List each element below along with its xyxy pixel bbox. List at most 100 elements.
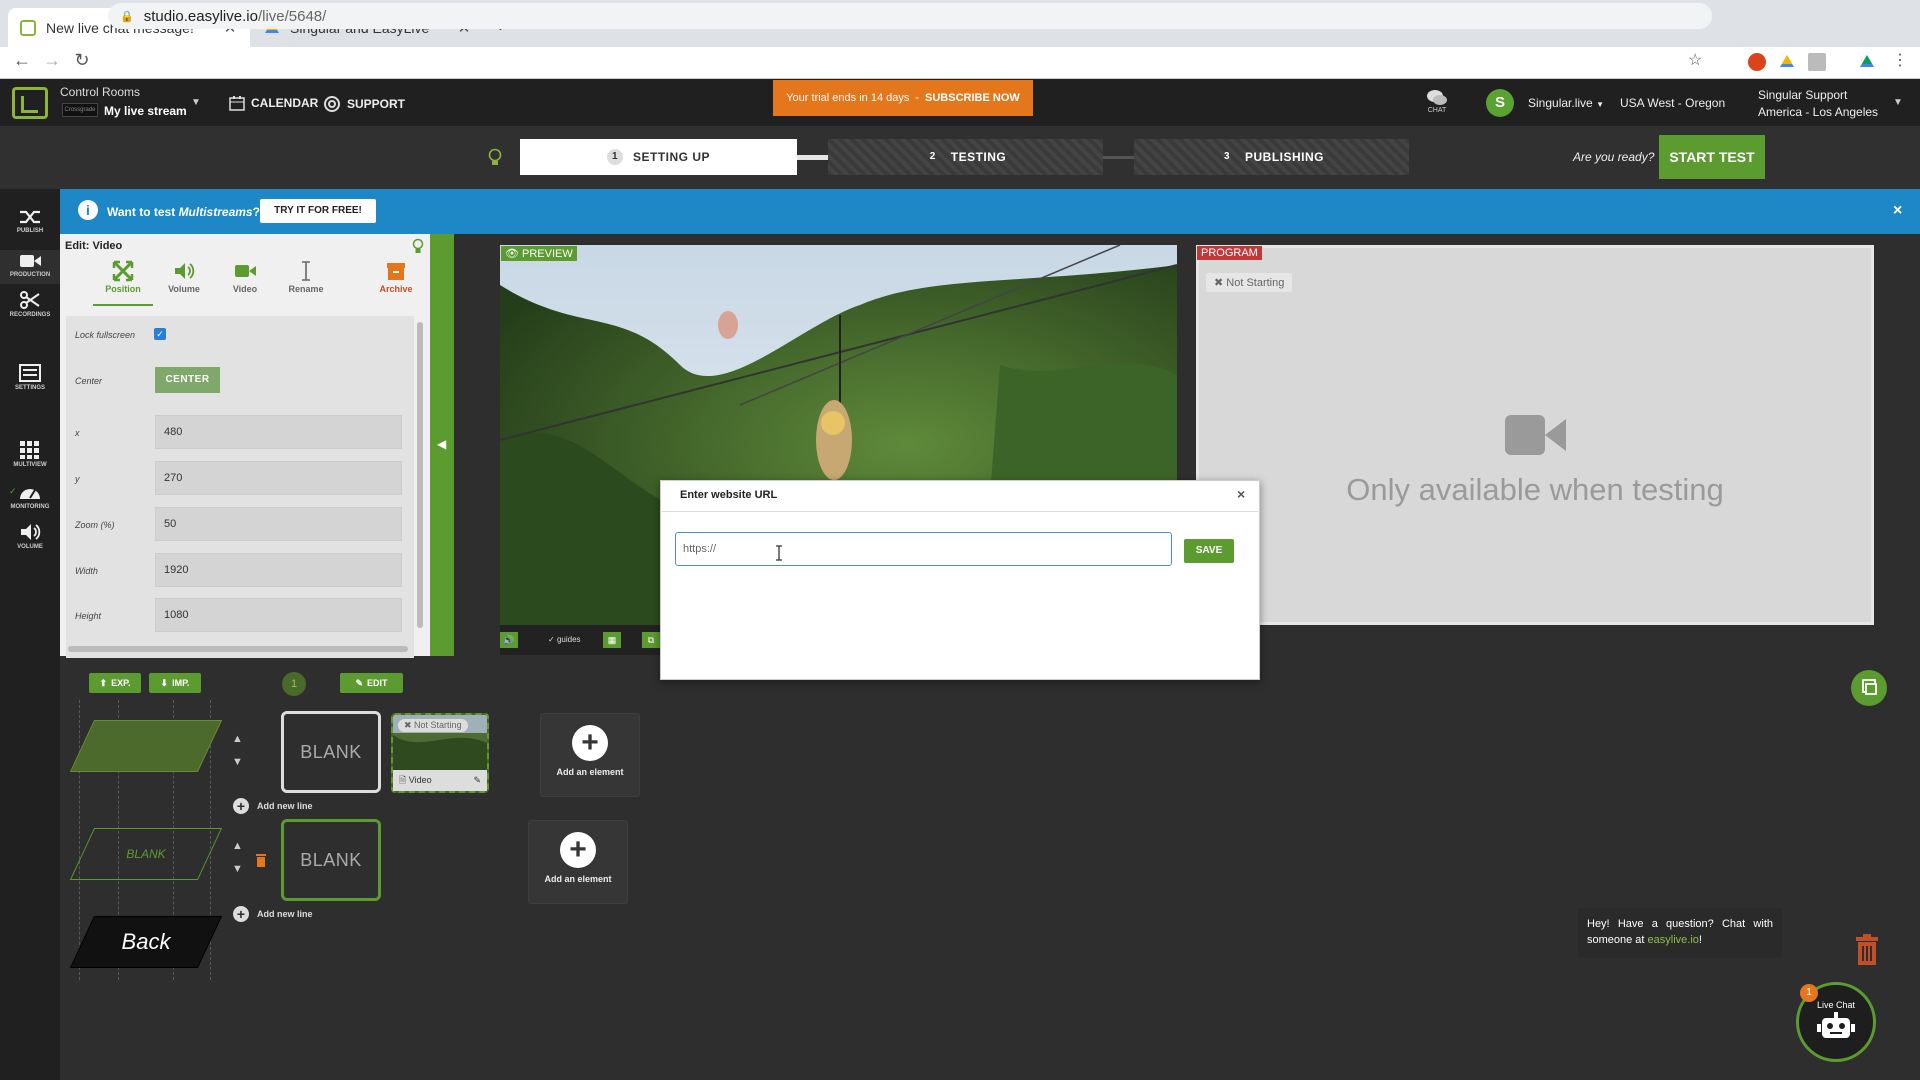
edit-button[interactable]: ✎ EDIT — [340, 673, 403, 693]
add-element-button[interactable]: + Add an element — [528, 820, 628, 904]
close-icon[interactable]: × — [1237, 486, 1245, 502]
trial-text: Your trial ends in 14 days — [786, 92, 910, 104]
sidebar-item-recordings[interactable]: RECORDINGS — [0, 290, 60, 318]
add-new-line-button[interactable]: + Add new line — [233, 906, 313, 922]
close-banner-icon[interactable]: × — [1893, 202, 1902, 220]
google-drive-extension-icon[interactable] — [1858, 53, 1876, 71]
move-up-icon[interactable]: ▲ — [232, 840, 243, 852]
pencil-icon[interactable]: ✎ — [473, 775, 481, 786]
collapse-left-icon[interactable]: ◀ — [437, 437, 446, 451]
chevron-down-icon[interactable]: ▼ — [1893, 97, 1903, 108]
start-test-button[interactable]: START TEST — [1659, 135, 1765, 179]
width-field[interactable]: 1920 — [155, 553, 402, 587]
info-icon: i — [78, 200, 98, 220]
archive-box-icon — [366, 258, 426, 284]
notification-badge: 1 — [1800, 984, 1818, 1002]
tab-position[interactable]: Position — [93, 258, 153, 294]
address-bar — [0, 47, 1920, 79]
blank-slot[interactable]: BLANK — [281, 819, 381, 901]
tab-video[interactable]: Video — [215, 258, 275, 294]
zoom-field[interactable]: 50 — [155, 507, 402, 541]
reload-icon[interactable]: ↻ — [70, 50, 94, 71]
region-label[interactable]: USA West - Oregon — [1620, 96, 1725, 110]
support-nav[interactable]: SUPPORT — [323, 95, 405, 113]
save-button[interactable]: SAVE — [1184, 539, 1234, 563]
tab-label: Video — [232, 284, 258, 294]
bookmark-star-icon[interactable]: ☆ — [1688, 50, 1702, 70]
move-down-icon[interactable]: ▼ — [232, 756, 243, 768]
step-setting-up[interactable]: 1 SETTING UP — [520, 139, 797, 175]
chat-button[interactable]: CHAT — [1426, 89, 1448, 114]
sidebar-label: MULTIVIEW — [13, 462, 47, 468]
layer-thumb-blank[interactable]: BLANK — [69, 828, 223, 880]
add-new-line-button[interactable]: + Add new line — [233, 798, 313, 814]
tab-archive[interactable]: Archive — [366, 258, 426, 294]
layer-thumb-video[interactable] — [69, 720, 223, 772]
sidebar-item-publish[interactable]: PUBLISH — [0, 208, 60, 234]
y-field[interactable]: 270 — [155, 461, 402, 495]
extension-icon[interactable] — [1808, 53, 1826, 71]
avatar[interactable]: S — [1486, 89, 1514, 117]
step-testing[interactable]: 2 TESTING — [828, 139, 1103, 175]
easylive-link[interactable]: easylive.io — [1648, 934, 1699, 946]
calendar-nav[interactable]: CALENDAR — [229, 95, 318, 111]
extension-icon[interactable] — [1748, 53, 1766, 71]
forward-icon[interactable]: → — [40, 50, 64, 71]
vertical-scrollbar[interactable] — [417, 322, 423, 628]
speaker-icon — [0, 522, 60, 542]
blank-slot[interactable]: BLANK — [281, 711, 381, 793]
lightbulb-icon[interactable] — [412, 238, 424, 256]
center-button[interactable]: CENTER — [155, 367, 220, 393]
move-down-icon[interactable]: ▼ — [232, 863, 243, 875]
sidebar-label: PRODUCTION — [9, 272, 51, 278]
lightbulb-icon[interactable] — [488, 148, 502, 168]
preview-tag-label: PREVIEW — [522, 248, 573, 260]
layer-thumb-back[interactable]: Back — [69, 916, 223, 968]
trash-icon[interactable] — [1853, 934, 1881, 966]
speaker-icon[interactable]: 🔊 — [500, 632, 518, 648]
sidebar-item-volume[interactable]: VOLUME — [0, 522, 60, 550]
back-icon[interactable]: ← — [10, 50, 34, 71]
trash-icon[interactable] — [255, 852, 267, 868]
height-field[interactable]: 1080 — [155, 598, 402, 632]
subscribe-link[interactable]: SUBSCRIBE NOW — [925, 92, 1020, 104]
lock-fullscreen-checkbox[interactable]: ✓ — [154, 328, 166, 340]
horizontal-scrollbar[interactable] — [68, 646, 408, 652]
user-menu[interactable]: Singular Support America - Los Angeles — [1758, 87, 1878, 121]
url-field[interactable]: 🔒 studio.easylive.io/live/5648/ — [108, 3, 1712, 29]
popout-icon[interactable]: ⧉ — [642, 632, 660, 648]
control-rooms-label[interactable]: Control Rooms — [60, 85, 140, 99]
video-label-text: Video — [408, 774, 432, 785]
layer-number-badge[interactable]: 1 — [282, 672, 306, 696]
chat-invite-bubble[interactable]: Hey! Have a question? Chat with someone … — [1578, 908, 1782, 958]
step-publishing[interactable]: 3 PUBLISHING — [1134, 139, 1409, 175]
room-name[interactable]: My live stream — [104, 104, 187, 118]
windows-grid-icon[interactable]: ▦ — [603, 632, 621, 648]
tab-rename[interactable]: Rename — [276, 258, 336, 294]
add-element-button[interactable]: + Add an element — [540, 713, 640, 797]
tab-volume[interactable]: Volume — [154, 258, 214, 294]
export-button[interactable]: ⬆ EXP. — [89, 673, 141, 693]
popout-button[interactable] — [1851, 670, 1887, 706]
sidebar-item-production[interactable]: PRODUCTION — [0, 250, 60, 284]
guides-toggle[interactable]: ✓ guides — [548, 635, 581, 644]
import-label: IMP. — [172, 678, 190, 688]
import-button[interactable]: ⬇ IMP. — [149, 673, 201, 693]
easylive-logo[interactable] — [12, 87, 48, 119]
try-free-button[interactable]: TRY IT FOR FREE! — [260, 199, 376, 223]
browser-menu-icon[interactable]: ⋮ — [1892, 50, 1908, 70]
google-drive-extension-icon[interactable] — [1778, 53, 1796, 71]
video-status-badge: ✖ Not Starting — [398, 719, 468, 732]
room-thumbnail: Crossgrade — [62, 103, 98, 117]
sidebar-item-settings[interactable]: SETTINGS — [0, 363, 60, 391]
x-field[interactable]: 480 — [155, 415, 402, 449]
move-up-icon[interactable]: ▲ — [232, 733, 243, 745]
account-selector[interactable]: Singular.live ▼ — [1528, 96, 1604, 110]
trial-banner[interactable]: Your trial ends in 14 days - SUBSCRIBE N… — [773, 80, 1033, 116]
website-url-input[interactable] — [675, 532, 1172, 566]
tab-label: Archive — [379, 284, 413, 294]
chevron-down-icon[interactable]: ▼ — [191, 97, 201, 108]
sidebar-item-multiview[interactable]: MULTIVIEW — [0, 440, 60, 468]
sidebar-item-monitoring[interactable]: MONITORING — [0, 482, 60, 510]
close-icon: ✖ — [1214, 277, 1227, 289]
